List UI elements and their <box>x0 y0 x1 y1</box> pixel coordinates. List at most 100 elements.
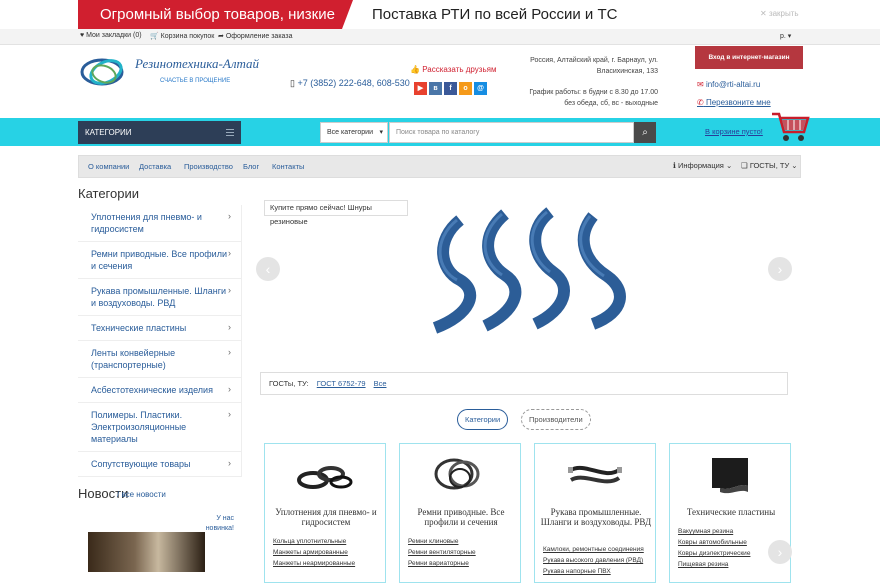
all-news-link[interactable]: / все новости <box>117 490 166 499</box>
email-link[interactable]: ✉ info@rti-altai.ru <box>697 80 760 89</box>
gost-bar-label: ГОСТы, ТУ: <box>269 379 309 388</box>
slider-prev-button[interactable]: ‹ <box>256 257 280 281</box>
gost-all-link[interactable]: Все <box>374 379 387 388</box>
close-banner-label: закрыть <box>768 9 799 18</box>
chevron-down-icon: ▾ <box>379 129 383 136</box>
slide-caption[interactable]: Купите прямо сейчас! Шнуры резиновые <box>264 200 408 226</box>
chevron-right-icon: › <box>228 211 231 221</box>
card-link[interactable]: Камлоки, ремонтные соединения <box>543 544 653 555</box>
search-input[interactable]: Поиск товара по каталогу <box>389 122 634 143</box>
email-text: info@rti-altai.ru <box>705 80 761 89</box>
tab-manufacturers[interactable]: Производители <box>521 409 591 430</box>
odnoklassniki-icon[interactable]: о <box>459 82 472 95</box>
card-link[interactable]: Рукава высокого давления (РВД) <box>543 555 653 566</box>
login-button[interactable]: Вход в интернет-магазин <box>695 46 803 69</box>
tab-categories[interactable]: Категории <box>457 409 509 430</box>
card-title[interactable]: Технические пластины <box>674 507 788 517</box>
card-link[interactable]: Ремни вентиляторные <box>408 547 518 558</box>
chevron-right-icon: › <box>228 322 231 332</box>
cards-next-button[interactable]: › <box>768 540 792 564</box>
phone-receiver-icon: ✆ <box>697 98 704 107</box>
slider-next-button[interactable]: › <box>768 257 792 281</box>
gost-dropdown[interactable]: ❏ ГОСТЫ, ТУ ⌄ <box>741 161 798 170</box>
card-title[interactable]: Рукава промышленные. Шланги и воздуховод… <box>539 507 653 527</box>
rubber-cords-image <box>432 207 626 334</box>
delivery-banner-text: Поставка РТИ по всей России и ТС <box>372 6 618 23</box>
card-link[interactable]: Рукава напорные ПВХ <box>543 566 653 577</box>
bookmarks-label: Мои закладки (0) <box>86 32 142 39</box>
sidebar-item-polymers[interactable]: Полимеры. Пластики. Электроизоляционные … <box>78 403 241 452</box>
gost-label: ГОСТЫ, ТУ <box>749 161 790 170</box>
gost-link[interactable]: ГОСТ 6752-79 <box>317 379 366 388</box>
phone-text: +7 (3852) 222-648, 608-530 <box>297 78 410 88</box>
categories-button[interactable]: КАТЕГОРИИ <box>78 121 241 144</box>
nav-item-about[interactable]: О компании <box>88 162 129 171</box>
sidebar-item-label: Ремни приводные. Все профили и сечения <box>91 249 227 271</box>
sidebar-item-seals[interactable]: Уплотнения для пневмо- и гидросистем › <box>78 205 241 242</box>
phone-icon: ▯ <box>290 78 295 88</box>
sidebar-item-asbestos[interactable]: Асбестотехнические изделия › <box>78 378 241 403</box>
nav-item-delivery[interactable]: Доставка <box>139 162 171 171</box>
news-image[interactable] <box>88 532 205 572</box>
card-link[interactable]: Вакуумная резина <box>678 526 788 537</box>
chevron-right-icon: › <box>228 458 231 468</box>
facebook-icon[interactable]: f <box>444 82 457 95</box>
card-title[interactable]: Ремни приводные. Все профили и сечения <box>404 507 518 527</box>
currency-dropdown[interactable]: р. ▾ <box>780 32 791 40</box>
sidebar-item-plates[interactable]: Технические пластины › <box>78 316 241 341</box>
heart-icon: ♥ <box>80 32 85 39</box>
logo-subtitle: СЧАСТЬЕ В ПРОЩЕНИЕ <box>160 78 231 84</box>
logo-icon[interactable] <box>80 52 130 92</box>
shopping-cart-icon[interactable] <box>770 108 810 144</box>
card-link[interactable]: Кольца уплотнительные <box>273 536 383 547</box>
nav-item-blog[interactable]: Блог <box>243 162 259 171</box>
chevron-right-icon: › <box>228 409 231 419</box>
category-card[interactable]: Уплотнения для пневмо- и гидросистем Кол… <box>264 443 386 583</box>
callback-link[interactable]: ✆ Перезвоните мне <box>697 98 771 107</box>
sidebar-item-belts[interactable]: Ремни приводные. Все профили и сечения › <box>78 242 241 279</box>
sidebar-item-accessories[interactable]: Сопутствующие товары › <box>78 452 241 477</box>
category-card[interactable]: Ремни приводные. Все профили и сечения Р… <box>399 443 521 583</box>
promo-banner[interactable]: Огромный выбор товаров, низкие цены! <box>78 0 353 29</box>
sidebar-item-hoses[interactable]: Рукава промышленные. Шланги и воздуховод… <box>78 279 241 316</box>
news-badge[interactable]: У нас новинка! <box>204 514 234 534</box>
nav-item-contacts[interactable]: Контакты <box>272 162 304 171</box>
card-title[interactable]: Уплотнения для пневмо- и гидросистем <box>269 507 383 527</box>
gost-bar: ГОСТы, ТУ: ГОСТ 6752-79 Все <box>260 372 788 395</box>
search-icon: ⌕ <box>642 127 648 138</box>
sidebar-item-conveyor[interactable]: Ленты конвейерные (транспортерные) › <box>78 341 241 378</box>
chevron-down-icon: ▾ <box>787 33 792 40</box>
mailru-icon[interactable]: @ <box>474 82 487 95</box>
callback-text: Перезвоните мне <box>705 98 771 107</box>
category-select[interactable]: Все категории ▾ <box>320 122 388 143</box>
chevron-right-icon: › <box>777 261 783 277</box>
sidebar-item-label: Технические пластины <box>91 323 187 333</box>
chevron-right-icon: › <box>228 285 231 295</box>
search-button[interactable]: ⌕ <box>634 122 656 143</box>
logo-title[interactable]: Резинотехника-Алтай <box>135 56 259 72</box>
working-hours-text: График работы: в будни с 8.30 до 17.00 б… <box>529 89 658 107</box>
nav-item-production[interactable]: Производство <box>184 162 233 171</box>
sidebar-item-label: Ленты конвейерные (транспортерные) <box>91 348 176 370</box>
card-links: Камлоки, ремонтные соединения Рукава выс… <box>543 544 653 577</box>
info-label: Информация <box>677 161 724 170</box>
chevron-right-icon: › <box>777 544 783 560</box>
card-link[interactable]: Манжеты армированные <box>273 547 383 558</box>
card-link[interactable]: Ремни клиновые <box>408 536 518 547</box>
card-link[interactable]: Ремни вариаторные <box>408 558 518 569</box>
menu-icon[interactable] <box>226 129 234 136</box>
checkout-link[interactable]: ➦ Оформление заказа <box>218 32 292 40</box>
close-banner-button[interactable]: ✕ закрыть <box>760 9 799 18</box>
info-dropdown[interactable]: ℹ Информация ⌄ <box>673 161 732 170</box>
info-icon: ℹ <box>673 161 676 170</box>
youtube-icon[interactable]: ▶ <box>414 82 427 95</box>
sidebar-item-label: Уплотнения для пневмо- и гидросистем <box>91 212 202 234</box>
bookmarks-link[interactable]: ♥ Мои закладки (0) <box>80 32 142 39</box>
category-card[interactable]: Рукава промышленные. Шланги и воздуховод… <box>534 443 656 583</box>
currency-label: р. <box>780 33 786 40</box>
card-link[interactable]: Манжеты неармированные <box>273 558 383 569</box>
cart-link[interactable]: 🛒 Корзина покупок <box>150 32 214 40</box>
cart-status-link[interactable]: В корзине пусто! <box>705 127 763 136</box>
vk-icon[interactable]: в <box>429 82 442 95</box>
chevron-right-icon: › <box>228 347 231 357</box>
